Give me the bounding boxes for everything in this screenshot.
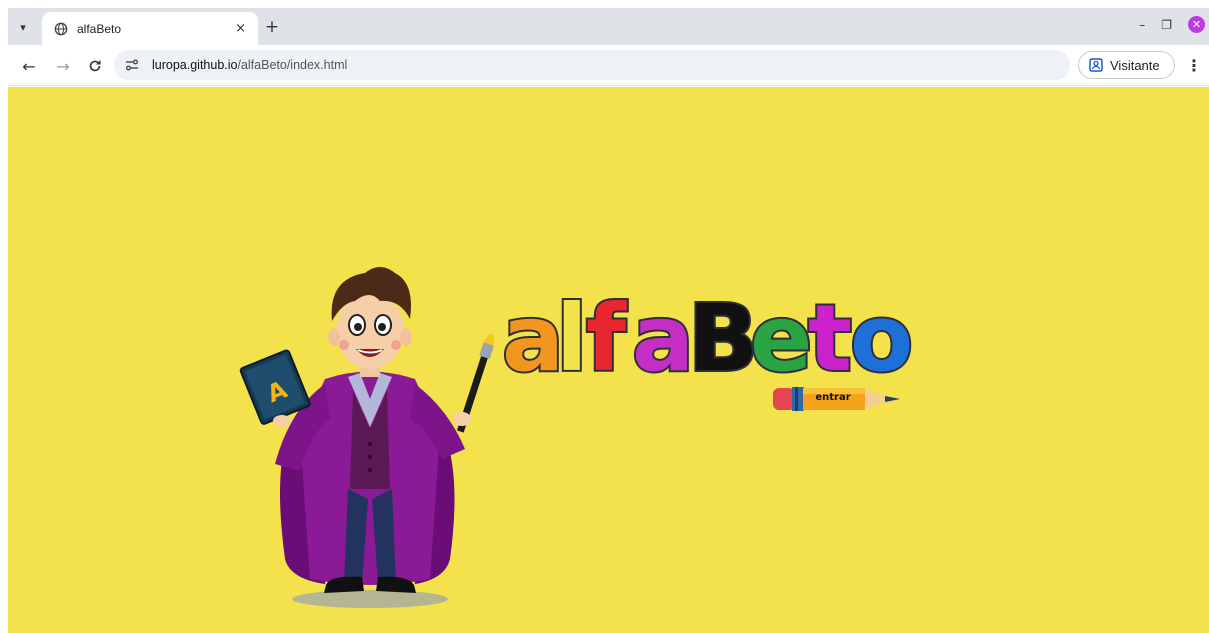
minimize-icon[interactable]: –	[1139, 18, 1145, 32]
profile-icon	[1089, 58, 1103, 72]
close-window-icon[interactable]: ✕	[1188, 16, 1205, 33]
tab-strip: ▾ alfaBeto × + – ❐ ✕	[8, 8, 1209, 45]
close-tab-icon[interactable]: ×	[235, 21, 246, 36]
profile-button[interactable]: Visitante	[1078, 51, 1175, 79]
logo-letter: l	[556, 290, 588, 380]
profile-label: Visitante	[1110, 57, 1160, 73]
url-host: luropa.github.io	[152, 58, 238, 72]
logo-letter: a	[632, 290, 694, 380]
enter-button-label: entrar	[815, 392, 851, 403]
restore-icon[interactable]: ❐	[1161, 18, 1172, 32]
back-arrow-icon[interactable]: ←	[18, 55, 40, 77]
url-path: /alfaBeto/index.html	[237, 58, 348, 72]
url-text: luropa.github.io/alfaBeto/index.html	[152, 58, 347, 72]
globe-icon	[54, 22, 68, 35]
new-tab-button[interactable]: +	[261, 16, 283, 38]
tab-search-icon[interactable]: ▾	[12, 16, 34, 38]
window-controls: – ❐ ✕	[1139, 16, 1205, 33]
reload-icon[interactable]	[84, 55, 106, 77]
page-canvas: A alfaBeto entrar	[8, 87, 1209, 633]
tab-alfabeto[interactable]: alfaBeto ×	[42, 12, 258, 45]
browser-toolbar: ← → luropa.github.io/alfaBeto/index.html…	[8, 45, 1209, 86]
wizard-character-illustration: A	[239, 267, 495, 608]
browser-window: ▾ alfaBeto × + – ❐ ✕ ← → luropa.github.i…	[8, 8, 1209, 633]
kebab-menu-icon[interactable]: ⋮	[1186, 54, 1202, 76]
logo-letter: B	[688, 290, 758, 380]
logo-letter: t	[808, 290, 852, 380]
logo-letter: f	[586, 290, 627, 380]
address-bar[interactable]: luropa.github.io/alfaBeto/index.html	[114, 50, 1070, 80]
forward-arrow-icon[interactable]: →	[52, 55, 74, 77]
alfabeto-logo: alf aBeto	[502, 290, 915, 380]
site-info-icon[interactable]	[124, 57, 140, 73]
logo-letter: a	[502, 290, 564, 380]
tab-title: alfaBeto	[77, 21, 122, 36]
logo-letter: e	[750, 290, 812, 380]
enter-button[interactable]: entrar	[768, 383, 902, 415]
logo-letter: o	[850, 290, 913, 380]
